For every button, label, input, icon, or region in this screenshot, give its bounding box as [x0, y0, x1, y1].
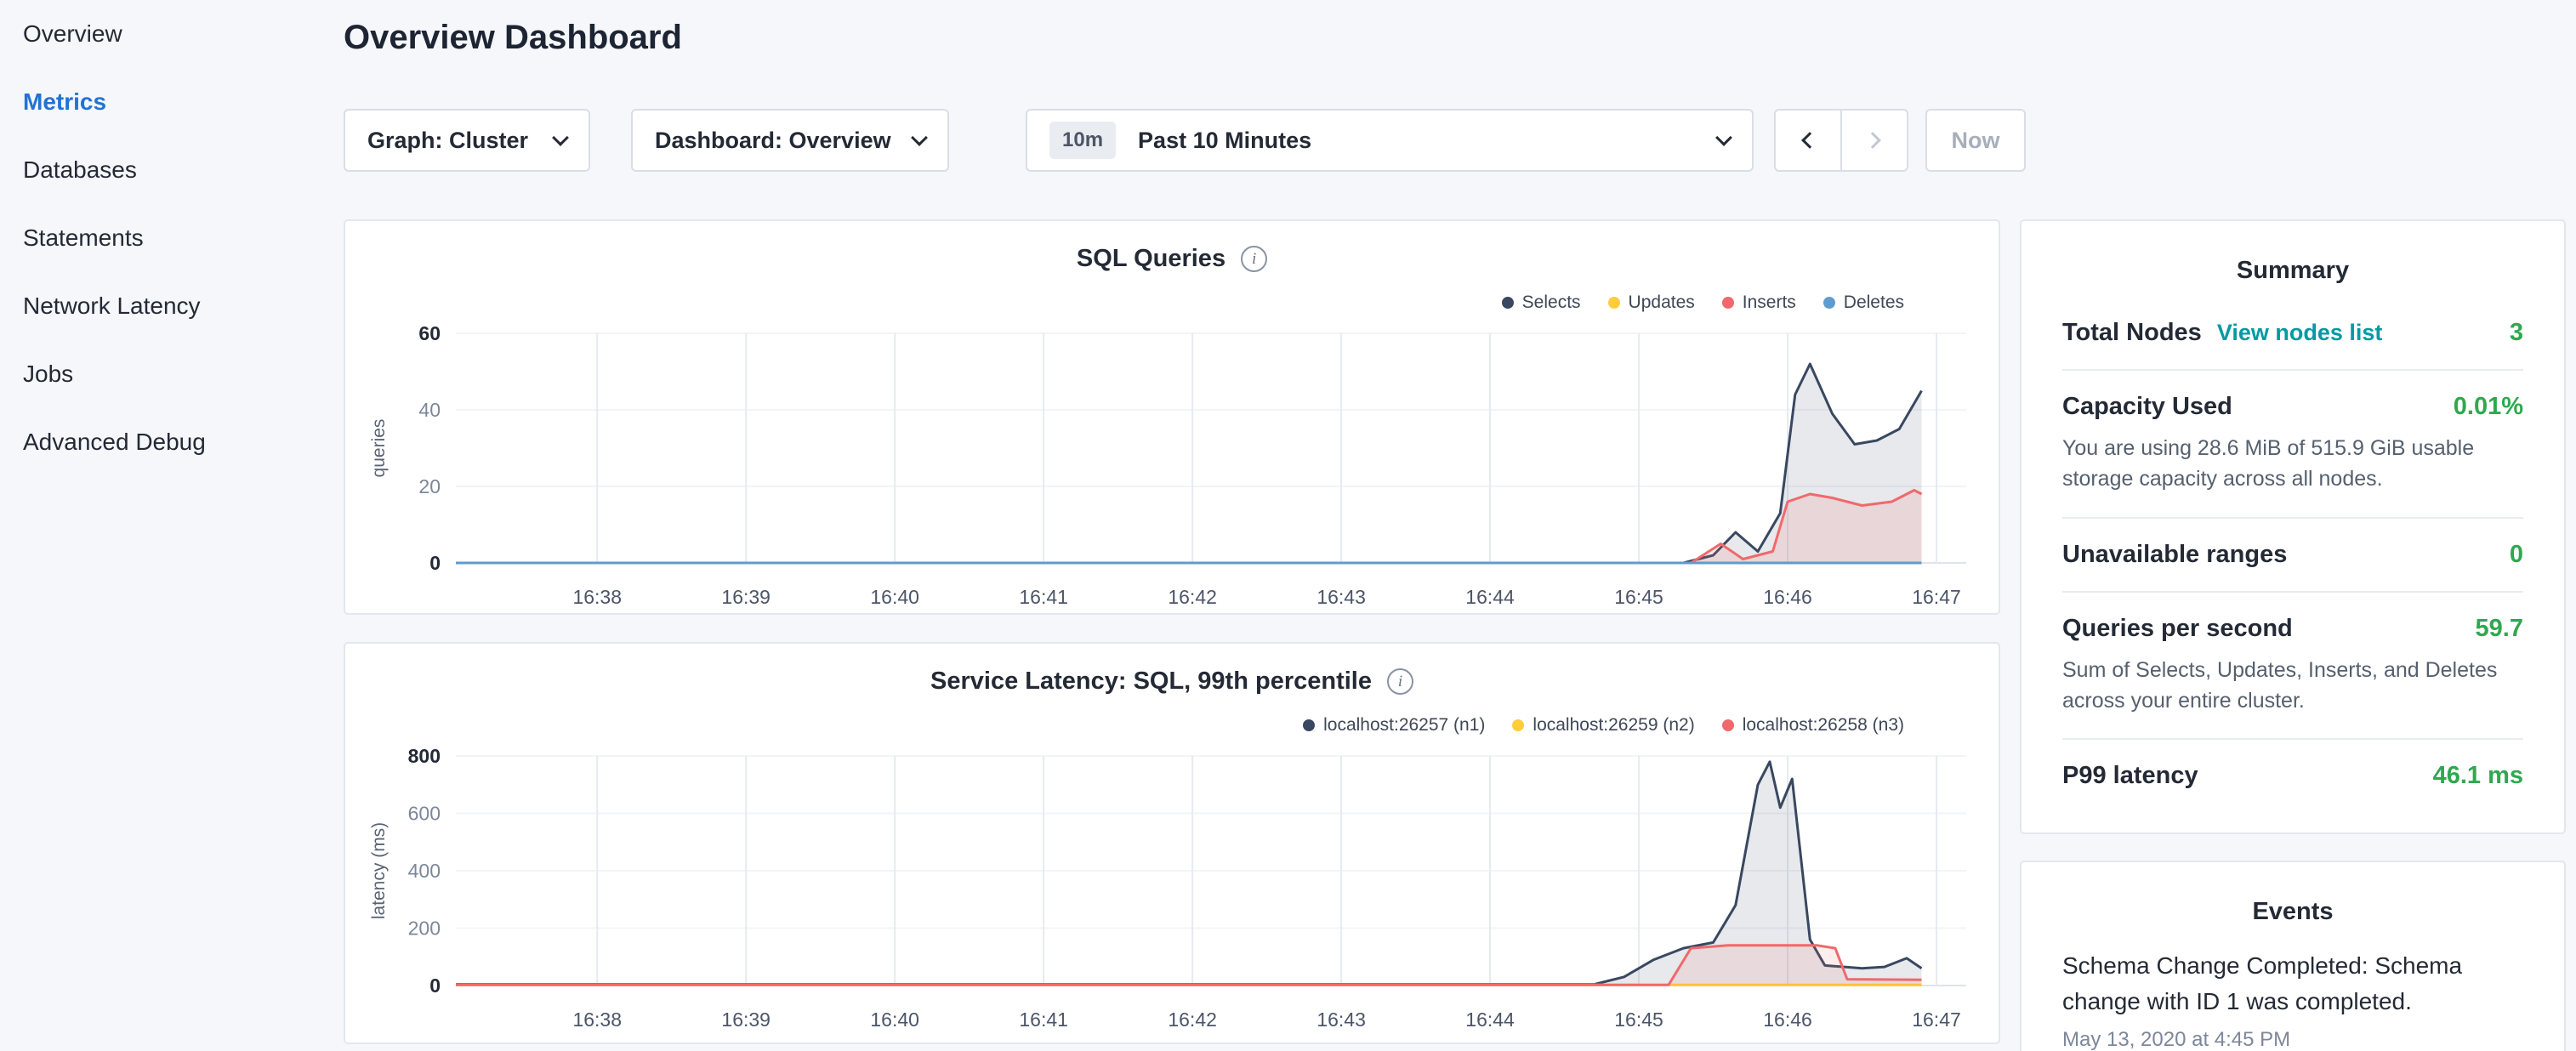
capacity-used-label: Capacity Used: [2062, 393, 2232, 421]
svg-text:0: 0: [429, 974, 441, 997]
svg-text:16:39: 16:39: [721, 1008, 771, 1031]
svg-text:16:39: 16:39: [721, 586, 771, 608]
summary-row-total-nodes: Total Nodes View nodes list 3: [2062, 297, 2523, 371]
time-range-label: Past 10 Minutes: [1138, 128, 1311, 154]
service-latency-panel: Service Latency: SQL, 99th percentile i …: [344, 642, 2000, 1044]
svg-text:16:40: 16:40: [870, 586, 919, 608]
svg-text:0: 0: [429, 552, 441, 574]
sidebar-item-jobs[interactable]: Jobs: [23, 340, 323, 408]
summary-body: Total Nodes View nodes list 3 Capacity U…: [2022, 297, 2564, 812]
total-nodes-value: 3: [2510, 319, 2523, 347]
now-button[interactable]: Now: [1925, 109, 2026, 172]
sidebar-item-statements[interactable]: Statements: [23, 204, 323, 272]
svg-text:queries: queries: [369, 419, 389, 478]
svg-text:400: 400: [408, 860, 441, 882]
sidebar-item-databases[interactable]: Databases: [23, 136, 323, 204]
svg-text:16:46: 16:46: [1763, 586, 1812, 608]
chevron-down-icon: [552, 129, 569, 146]
total-nodes-label: Total Nodes: [2062, 319, 2202, 347]
svg-text:600: 600: [408, 803, 441, 825]
chevron-down-icon: [911, 129, 928, 146]
svg-text:16:44: 16:44: [1465, 1008, 1515, 1031]
summary-title: Summary: [2022, 221, 2564, 297]
summary-panel: Summary Total Nodes View nodes list 3 Ca…: [2020, 219, 2566, 834]
summary-row-queries-per-second: Queries per second 59.7 Sum of Selects, …: [2062, 593, 2523, 741]
sql-queries-panel: SQL Queries i SelectsUpdatesInsertsDelet…: [344, 219, 2000, 615]
time-pager: [1774, 109, 1908, 172]
summary-row-unavailable-ranges: Unavailable ranges 0: [2062, 519, 2523, 593]
events-body: Schema Change Completed: Schema change w…: [2022, 948, 2564, 1051]
svg-text:16:43: 16:43: [1316, 586, 1366, 608]
svg-text:200: 200: [408, 917, 441, 940]
svg-text:16:40: 16:40: [870, 1008, 919, 1031]
qps-label: Queries per second: [2062, 615, 2293, 643]
svg-text:16:38: 16:38: [572, 586, 622, 608]
p99-latency-label: P99 latency: [2062, 762, 2198, 790]
svg-text:16:46: 16:46: [1763, 1008, 1812, 1031]
service-latency-chart: 0 200 400 600 800 16:38 16:39 16:40 16:41 16:42 16…: [345, 644, 1999, 1042]
sidebar-item-network-latency[interactable]: Network Latency: [23, 272, 323, 340]
sidebar-item-overview[interactable]: Overview: [23, 0, 323, 68]
graph-scope-label: Graph: Cluster: [367, 128, 528, 154]
qps-value: 59.7: [2476, 615, 2523, 643]
event-timestamp: May 13, 2020 at 4:45 PM: [2062, 1028, 2523, 1051]
time-forward-button[interactable]: [1841, 109, 1908, 172]
svg-text:latency (ms): latency (ms): [369, 822, 389, 919]
event-message: Schema Change Completed: Schema change w…: [2062, 948, 2523, 1020]
capacity-used-value: 0.01%: [2454, 393, 2523, 421]
summary-row-capacity-used: Capacity Used 0.01% You are using 28.6 M…: [2062, 371, 2523, 519]
svg-text:16:42: 16:42: [1168, 1008, 1217, 1031]
sidebar-item-advanced-debug[interactable]: Advanced Debug: [23, 408, 323, 476]
sidebar-item-metrics[interactable]: Metrics: [23, 68, 323, 136]
sidebar-nav: Overview Metrics Databases Statements Ne…: [0, 0, 323, 1051]
unavailable-ranges-value: 0: [2510, 541, 2523, 569]
view-nodes-list-link[interactable]: View nodes list: [2217, 320, 2383, 346]
graph-scope-dropdown[interactable]: Graph: Cluster: [344, 109, 590, 172]
svg-text:800: 800: [408, 745, 441, 767]
summary-row-p99-latency: P99 latency 46.1 ms: [2062, 740, 2523, 812]
svg-text:16:43: 16:43: [1316, 1008, 1366, 1031]
page-title: Overview Dashboard: [344, 19, 682, 57]
sql-queries-chart: 0 20 40 60 16:38 16:39 16:40 16:41 16:42 16:43 16:…: [345, 221, 1999, 613]
svg-text:16:41: 16:41: [1019, 1008, 1068, 1031]
chevron-down-icon: [1715, 129, 1732, 146]
p99-latency-value: 46.1 ms: [2433, 762, 2523, 790]
svg-text:60: 60: [418, 322, 441, 344]
admin-ui-root: Overview Metrics Databases Statements Ne…: [0, 0, 2576, 1051]
svg-text:16:42: 16:42: [1168, 586, 1217, 608]
svg-text:40: 40: [418, 399, 441, 421]
svg-text:16:47: 16:47: [1912, 586, 1961, 608]
events-title: Events: [2022, 862, 2564, 938]
dashboard-label: Dashboard: Overview: [655, 128, 891, 154]
chevron-right-icon: [1864, 132, 1881, 149]
svg-text:16:38: 16:38: [572, 1008, 622, 1031]
time-range-badge: 10m: [1049, 122, 1116, 159]
svg-text:16:45: 16:45: [1614, 1008, 1663, 1031]
event-list-item: Schema Change Completed: Schema change w…: [2062, 948, 2523, 1051]
svg-text:16:45: 16:45: [1614, 586, 1663, 608]
svg-text:16:44: 16:44: [1465, 586, 1515, 608]
qps-description: Sum of Selects, Updates, Inserts, and De…: [2062, 655, 2523, 717]
svg-text:20: 20: [418, 475, 441, 497]
unavailable-ranges-label: Unavailable ranges: [2062, 541, 2287, 569]
chevron-left-icon: [1801, 132, 1818, 149]
events-panel: Events Schema Change Completed: Schema c…: [2020, 861, 2566, 1051]
time-range-dropdown[interactable]: 10m Past 10 Minutes: [1026, 109, 1754, 172]
capacity-used-description: You are using 28.6 MiB of 515.9 GiB usab…: [2062, 433, 2523, 495]
svg-text:16:41: 16:41: [1019, 586, 1068, 608]
time-back-button[interactable]: [1774, 109, 1841, 172]
dashboard-dropdown[interactable]: Dashboard: Overview: [631, 109, 949, 172]
svg-text:16:47: 16:47: [1912, 1008, 1961, 1031]
now-button-label: Now: [1952, 128, 2000, 154]
